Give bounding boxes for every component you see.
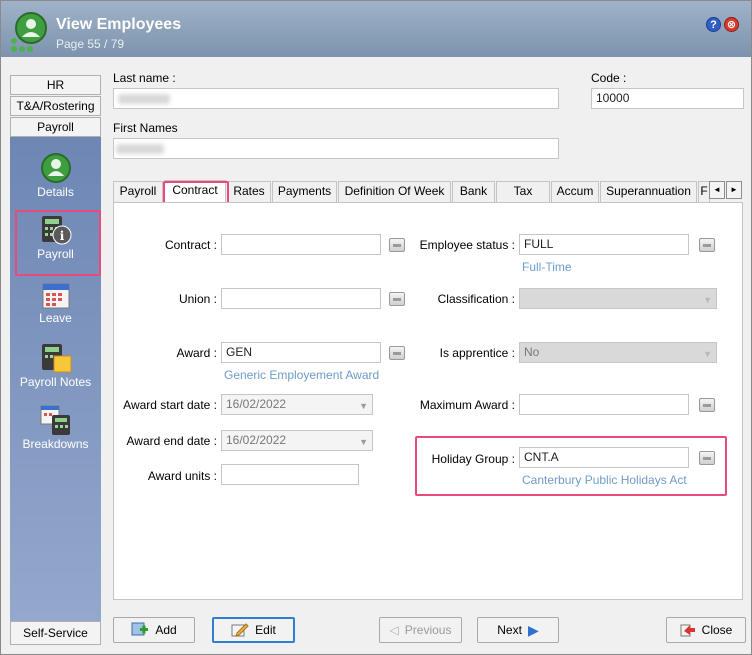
window-title: View Employees [56, 16, 182, 33]
award-description: Generic Employement Award [224, 368, 380, 382]
previous-button[interactable]: ◁ Previous [379, 617, 462, 643]
employee-status-description: Full-Time [522, 260, 572, 274]
contract-label: Contract : [164, 238, 217, 252]
details-icon [40, 153, 71, 183]
close-window-icon[interactable]: ⊗ [724, 17, 739, 32]
maximum-award-field[interactable] [519, 394, 689, 415]
holiday-group-description: Canterbury Public Holidays Act [522, 473, 687, 487]
tab-payroll[interactable]: Payroll [113, 181, 163, 202]
next-label: Next [497, 623, 522, 637]
maximum-award-label: Maximum Award : [419, 398, 515, 412]
nav-tab-payroll[interactable]: Payroll [10, 117, 101, 137]
chevron-down-icon[interactable]: ▼ [703, 349, 712, 359]
chevron-down-icon[interactable]: ▼ [703, 295, 712, 305]
redacted-text [116, 144, 164, 154]
award-units-label: Award units : [147, 469, 217, 483]
award-field[interactable]: GEN [221, 342, 381, 363]
nav-tab-hr[interactable]: HR [10, 75, 101, 95]
classification-label: Classification : [437, 292, 515, 306]
chevron-down-icon[interactable]: ▼ [359, 401, 368, 411]
nav-item-label: Details [37, 185, 74, 199]
is-apprentice-value: No [524, 345, 540, 359]
first-names-label: First Names [113, 121, 178, 135]
next-button[interactable]: Next ▶ [477, 617, 559, 643]
nav-item-details[interactable]: Details [10, 151, 101, 199]
add-button[interactable]: Add [113, 617, 195, 643]
last-name-label: Last name : [113, 71, 176, 85]
tab-tax[interactable]: Tax [496, 181, 550, 202]
left-navigation: HR T&A/Rostering Payroll Details i Payro… [10, 75, 101, 645]
chevron-down-icon[interactable]: ▼ [359, 437, 368, 447]
union-field[interactable] [221, 288, 381, 309]
award-label: Award : [176, 346, 217, 360]
tab-definition-of-week[interactable]: Definition Of Week [338, 181, 451, 202]
nav-item-leave[interactable]: Leave [10, 279, 101, 325]
employee-status-lookup-icon[interactable] [699, 238, 715, 252]
add-icon [131, 622, 149, 636]
nav-item-label: Breakdowns [22, 437, 89, 451]
tab-scroll-right-icon[interactable]: ► [726, 181, 742, 199]
nav-tab-ta-rostering[interactable]: T&A/Rostering [10, 96, 101, 116]
calendar-icon [42, 283, 69, 309]
holiday-group-field[interactable]: CNT.A [519, 447, 689, 468]
edit-label: Edit [255, 623, 276, 637]
redacted-text [118, 94, 170, 104]
help-icon[interactable]: ? [706, 17, 721, 32]
add-label: Add [155, 623, 177, 637]
award-start-date-field[interactable]: 16/02/2022 ▼ [221, 394, 373, 415]
right-arrow-icon: ▶ [527, 621, 539, 638]
breakdown-icon [40, 405, 70, 435]
nav-item-label: Payroll Notes [19, 375, 92, 389]
nav-item-payroll-notes[interactable]: Payroll Notes [10, 341, 101, 389]
award-end-date-value: 16/02/2022 [226, 433, 287, 447]
tab-rates[interactable]: Rates [227, 181, 271, 202]
holiday-group-label: Holiday Group : [431, 452, 515, 466]
close-label: Close [701, 623, 733, 637]
holiday-group-lookup-icon[interactable] [699, 451, 715, 465]
tab-accum[interactable]: Accum [551, 181, 599, 202]
contract-field[interactable] [221, 234, 381, 255]
previous-label: Previous [404, 623, 452, 637]
tab-superannuation[interactable]: Superannuation [600, 181, 697, 202]
tab-scroll-left-icon[interactable]: ◄ [709, 181, 725, 199]
edit-pencil-icon [231, 623, 249, 637]
employee-status-label: Employee status : [419, 238, 515, 252]
classification-select[interactable]: ▼ [519, 288, 717, 309]
code-label: Code : [591, 71, 627, 85]
employee-window: View Employees Page 55 / 79 ? ⊗ HR T&A/R… [0, 0, 752, 655]
title-bar: View Employees Page 55 / 79 ? ⊗ [1, 1, 751, 57]
nav-tab-self-service[interactable]: Self-Service [10, 621, 101, 645]
is-apprentice-select[interactable]: No ▼ [519, 342, 717, 363]
tab-bank[interactable]: Bank [452, 181, 495, 202]
first-names-field[interactable] [113, 138, 559, 159]
award-end-date-field[interactable]: 16/02/2022 ▼ [221, 430, 373, 451]
award-units-field[interactable] [221, 464, 359, 485]
nav-item-label: Leave [39, 311, 72, 325]
employee-status-field[interactable]: FULL [519, 234, 689, 255]
maximum-award-lookup-icon[interactable] [699, 398, 715, 412]
employees-app-icon [11, 12, 47, 52]
nav-item-breakdowns[interactable]: Breakdowns [10, 403, 101, 451]
page-indicator: Page 55 / 79 [56, 37, 125, 51]
left-arrow-icon: ◁ [389, 623, 399, 637]
award-start-date-value: 16/02/2022 [226, 397, 287, 411]
code-field[interactable]: 10000 [591, 88, 744, 109]
last-name-field[interactable] [113, 88, 559, 109]
notes-icon [41, 344, 71, 373]
tab-payments[interactable]: Payments [272, 181, 337, 202]
edit-button[interactable]: Edit [212, 617, 295, 643]
close-button[interactable]: Close [666, 617, 746, 643]
award-start-date-label: Award start date : [123, 398, 217, 412]
union-label: Union : [178, 292, 217, 306]
award-end-date-label: Award end date : [126, 434, 217, 448]
is-apprentice-label: Is apprentice : [439, 346, 515, 360]
payroll-highlight-box [15, 210, 101, 276]
close-arrow-icon [680, 624, 695, 637]
